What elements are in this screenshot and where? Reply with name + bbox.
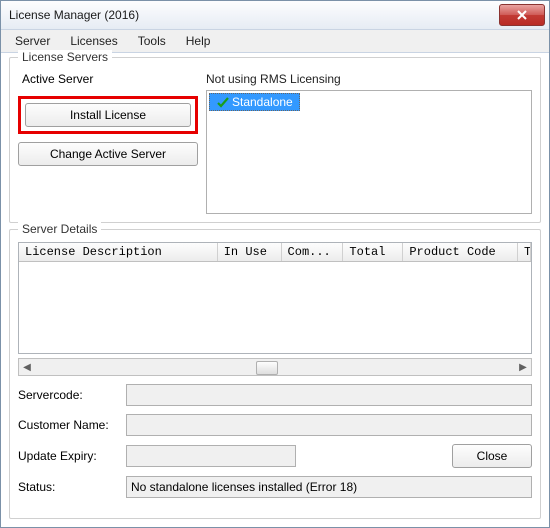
scroll-thumb[interactable]: [256, 361, 278, 375]
content-area: License Servers Active Server Install Li…: [1, 53, 549, 527]
servercode-field: [126, 384, 532, 406]
licensing-status: Not using RMS Licensing: [206, 70, 532, 90]
col-com[interactable]: Com...: [282, 243, 344, 261]
window-close-button[interactable]: [499, 4, 545, 26]
tree-item-standalone[interactable]: Standalone: [209, 93, 300, 111]
update-expiry-field: [126, 445, 296, 467]
customer-name-field: [126, 414, 532, 436]
close-button[interactable]: Close: [452, 444, 532, 468]
col-time-rem[interactable]: Time rem: [518, 243, 531, 261]
checkmark-icon: [216, 95, 230, 109]
license-servers-group: License Servers Active Server Install Li…: [9, 57, 541, 223]
col-license-description[interactable]: License Description: [19, 243, 218, 261]
active-server-label: Active Server: [18, 70, 198, 88]
col-total[interactable]: Total: [343, 243, 403, 261]
license-manager-window: License Manager (2016) Server Licenses T…: [0, 0, 550, 528]
install-license-highlight: Install License: [18, 96, 198, 134]
license-listview[interactable]: License Description In Use Com... Total …: [18, 242, 532, 354]
license-servers-legend: License Servers: [18, 50, 112, 64]
status-label: Status:: [18, 480, 118, 494]
title-bar: License Manager (2016): [1, 1, 549, 30]
scroll-track[interactable]: [35, 360, 515, 374]
menu-tools[interactable]: Tools: [128, 30, 176, 52]
menu-server[interactable]: Server: [5, 30, 60, 52]
row-servercode: Servercode:: [18, 384, 532, 406]
update-expiry-label: Update Expiry:: [18, 449, 118, 463]
menu-help[interactable]: Help: [176, 30, 221, 52]
window-title: License Manager (2016): [5, 8, 499, 22]
listview-body: [19, 262, 531, 353]
listview-hscrollbar[interactable]: ◀ ▶: [18, 358, 532, 376]
row-customer: Customer Name:: [18, 414, 532, 436]
install-license-button[interactable]: Install License: [25, 103, 191, 127]
row-update-expiry: Update Expiry: Close: [18, 444, 532, 468]
listview-header: License Description In Use Com... Total …: [19, 243, 531, 262]
customer-name-label: Customer Name:: [18, 418, 118, 432]
tree-item-label: Standalone: [232, 95, 293, 109]
menu-licenses[interactable]: Licenses: [60, 30, 127, 52]
status-field: [126, 476, 532, 498]
servercode-label: Servercode:: [18, 388, 118, 402]
col-product-code[interactable]: Product Code: [403, 243, 518, 261]
server-details-legend: Server Details: [18, 222, 101, 236]
change-active-server-button[interactable]: Change Active Server: [18, 142, 198, 166]
col-in-use[interactable]: In Use: [218, 243, 282, 261]
scroll-left-icon[interactable]: ◀: [19, 360, 35, 374]
scroll-right-icon[interactable]: ▶: [515, 360, 531, 374]
server-details-group: Server Details License Description In Us…: [9, 229, 541, 519]
row-status: Status:: [18, 476, 532, 498]
close-icon: [516, 10, 528, 20]
server-tree[interactable]: Standalone: [206, 90, 532, 214]
